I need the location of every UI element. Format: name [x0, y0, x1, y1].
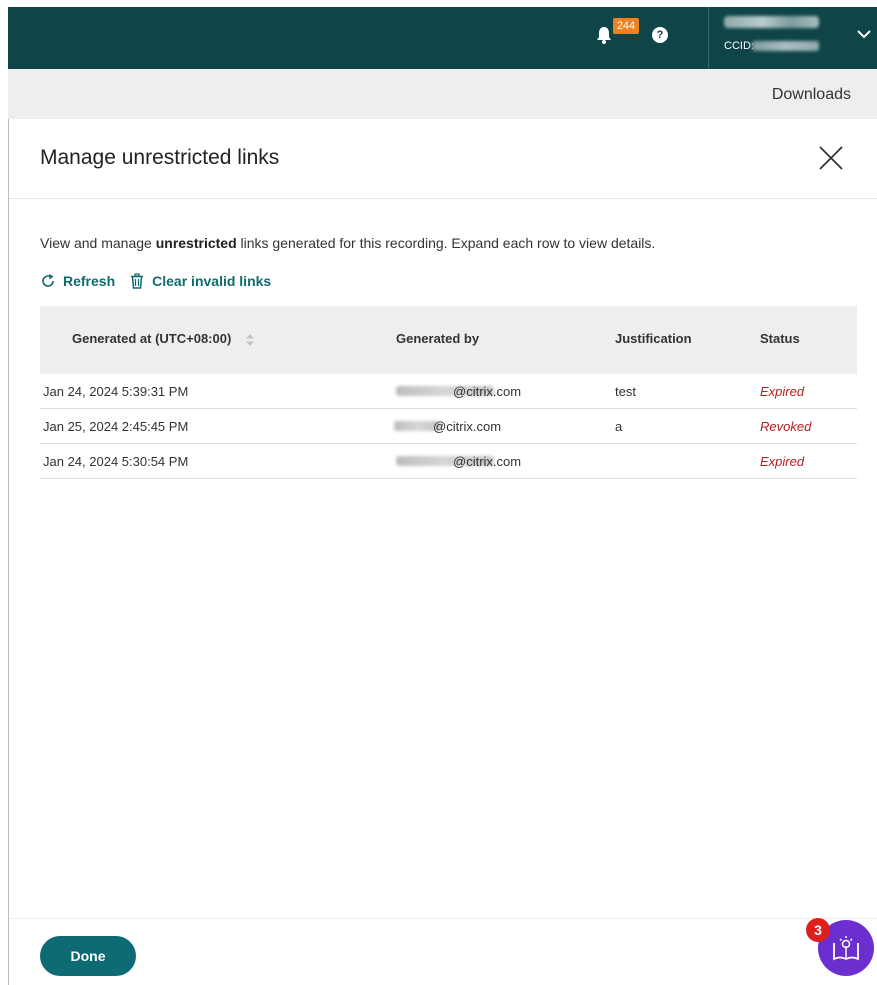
- table-actions: Refresh Clear invalid links: [40, 273, 285, 289]
- guide-badge: 3: [806, 918, 830, 942]
- cell-generated-at: Jan 24, 2024 5:39:31 PM: [43, 384, 189, 399]
- column-header-generated-at[interactable]: Generated at (UTC+08:00): [72, 331, 231, 346]
- cell-generated-by: @citrix.com: [453, 454, 522, 469]
- dialog-title: Manage unrestricted links: [40, 146, 280, 169]
- table-row[interactable]: Jan 25, 2024 2:45:45 PM @citrix.com a Re…: [40, 409, 857, 444]
- column-header-justification: Justification: [615, 331, 692, 346]
- user-name-redacted[interactable]: [724, 16, 819, 28]
- notification-count-badge: 244: [613, 18, 639, 34]
- dialog-description: View and manage unrestricted links gener…: [40, 235, 655, 251]
- description-bold: unrestricted: [155, 235, 237, 251]
- clear-invalid-links-label: Clear invalid links: [152, 273, 272, 289]
- table-row[interactable]: Jan 24, 2024 5:39:31 PM @citrix.com test…: [40, 374, 857, 409]
- chevron-down-icon[interactable]: [856, 28, 872, 40]
- cell-justification: test: [615, 384, 636, 399]
- guide-icon: [833, 936, 859, 961]
- title-divider: [9, 198, 877, 199]
- downloads-link[interactable]: Downloads: [772, 86, 851, 104]
- secondary-bar: [8, 69, 877, 119]
- ccid-label: CCID:: [724, 40, 754, 52]
- refresh-icon: [42, 274, 54, 287]
- cell-status: Expired: [760, 384, 805, 399]
- table-row[interactable]: Jan 24, 2024 5:30:54 PM @citrix.com Expi…: [40, 444, 857, 479]
- cell-generated-at: Jan 25, 2024 2:45:45 PM: [43, 419, 189, 434]
- column-header-status: Status: [760, 331, 800, 346]
- cell-justification: a: [615, 419, 623, 434]
- cell-generated-by: @citrix.com: [453, 384, 522, 399]
- refresh-button[interactable]: Refresh: [40, 273, 115, 289]
- cell-status: Expired: [760, 454, 805, 469]
- description-prefix: View and manage: [40, 235, 156, 251]
- footer-divider: [9, 918, 877, 919]
- trash-icon: [131, 273, 144, 289]
- ccid-value-redacted: [752, 41, 819, 51]
- panel-left-border: [8, 119, 9, 985]
- refresh-label: Refresh: [63, 273, 116, 289]
- column-header-generated-by: Generated by: [396, 331, 480, 346]
- cell-status: Revoked: [760, 419, 812, 434]
- done-button[interactable]: Done: [40, 936, 136, 976]
- close-icon[interactable]: [818, 145, 844, 171]
- description-suffix: links generated for this recording. Expa…: [236, 235, 656, 251]
- cell-generated-by: @citrix.com: [433, 419, 502, 434]
- help-icon[interactable]: ?: [652, 27, 668, 43]
- clear-invalid-links-button[interactable]: Clear invalid links: [129, 273, 271, 289]
- cell-generated-at: Jan 24, 2024 5:30:54 PM: [43, 454, 189, 469]
- header-divider: [708, 7, 709, 69]
- bell-icon[interactable]: [596, 26, 612, 44]
- sort-icon[interactable]: [245, 333, 255, 347]
